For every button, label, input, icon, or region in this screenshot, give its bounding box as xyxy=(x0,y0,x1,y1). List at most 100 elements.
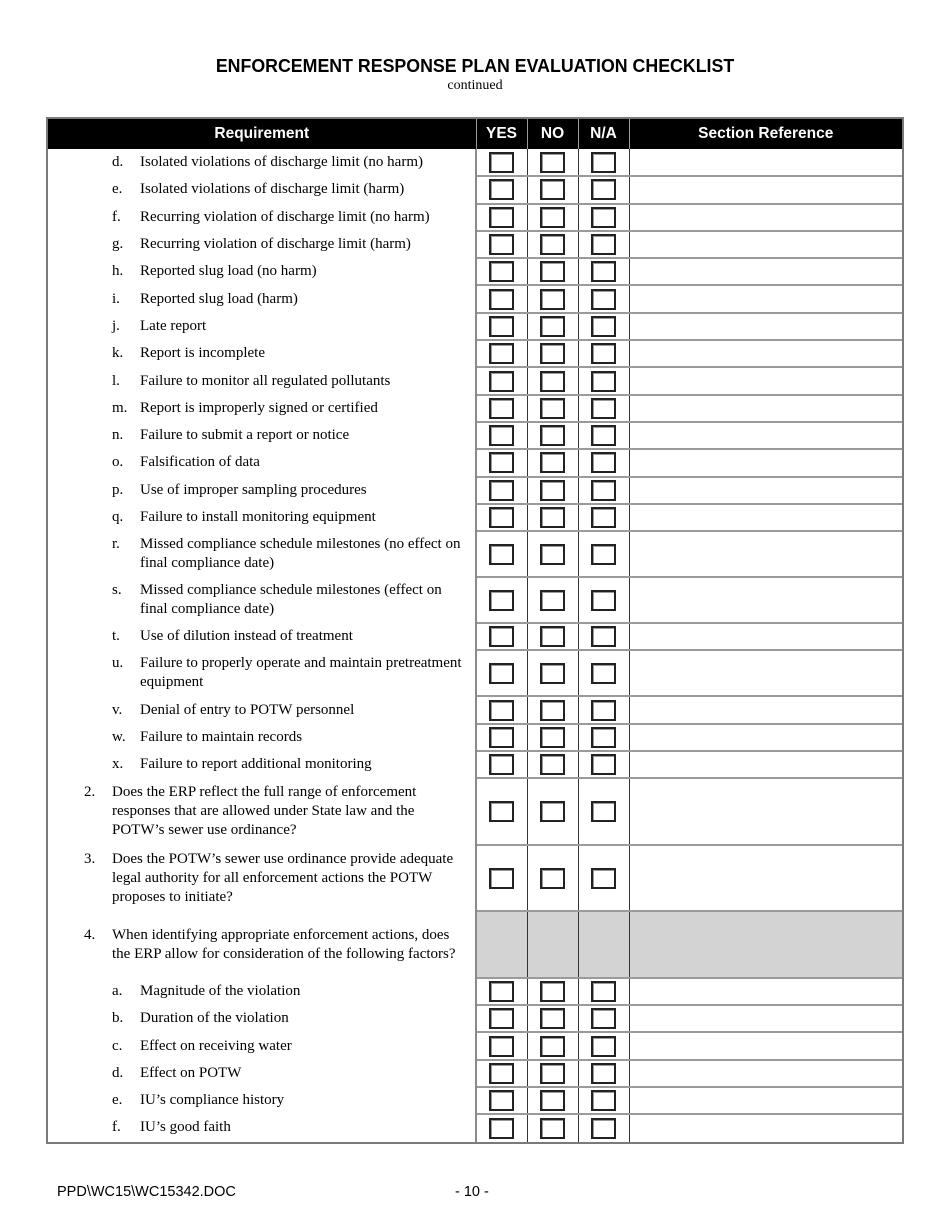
no-checkbox[interactable] xyxy=(540,1035,565,1057)
na-checkbox[interactable] xyxy=(591,370,616,392)
section-reference-field[interactable] xyxy=(629,530,902,578)
na-checkbox[interactable] xyxy=(591,980,616,1002)
section-reference-field[interactable] xyxy=(629,1113,902,1142)
yes-checkbox[interactable] xyxy=(489,1062,515,1084)
yes-checkbox[interactable] xyxy=(489,206,515,228)
no-checkbox[interactable] xyxy=(540,1117,565,1139)
yes-checkbox[interactable] xyxy=(489,397,515,419)
no-checkbox[interactable] xyxy=(540,425,565,447)
yes-checkbox[interactable] xyxy=(489,726,515,748)
no-checkbox[interactable] xyxy=(540,370,565,392)
na-checkbox[interactable] xyxy=(591,1090,616,1112)
yes-checkbox[interactable] xyxy=(489,1035,515,1057)
no-checkbox[interactable] xyxy=(540,397,565,419)
section-reference-field[interactable] xyxy=(629,777,902,845)
yes-checkbox[interactable] xyxy=(489,543,515,565)
no-checkbox[interactable] xyxy=(540,234,565,256)
na-checkbox[interactable] xyxy=(591,343,616,365)
na-checkbox[interactable] xyxy=(591,288,616,310)
section-reference-field[interactable] xyxy=(629,1031,902,1060)
no-checkbox[interactable] xyxy=(540,288,565,310)
na-checkbox[interactable] xyxy=(591,726,616,748)
section-reference-field[interactable] xyxy=(629,366,902,395)
yes-checkbox[interactable] xyxy=(489,754,515,776)
na-checkbox[interactable] xyxy=(591,1062,616,1084)
na-checkbox[interactable] xyxy=(591,479,616,501)
yes-checkbox[interactable] xyxy=(489,1117,515,1139)
yes-checkbox[interactable] xyxy=(489,261,515,283)
yes-checkbox[interactable] xyxy=(489,662,515,684)
yes-checkbox[interactable] xyxy=(489,626,515,648)
section-reference-field[interactable] xyxy=(629,393,902,422)
na-checkbox[interactable] xyxy=(591,543,616,565)
na-checkbox[interactable] xyxy=(591,234,616,256)
section-reference-field[interactable] xyxy=(629,649,902,697)
no-checkbox[interactable] xyxy=(540,589,565,611)
no-checkbox[interactable] xyxy=(540,626,565,648)
section-reference-field[interactable] xyxy=(629,149,902,176)
section-reference-field[interactable] xyxy=(629,722,902,752)
section-reference-field[interactable] xyxy=(629,339,902,368)
no-checkbox[interactable] xyxy=(540,507,565,528)
na-checkbox[interactable] xyxy=(591,179,616,201)
yes-checkbox[interactable] xyxy=(489,452,515,474)
na-checkbox[interactable] xyxy=(591,1035,616,1057)
yes-checkbox[interactable] xyxy=(489,1090,515,1112)
section-reference-field[interactable] xyxy=(629,257,902,286)
na-checkbox[interactable] xyxy=(591,699,616,721)
yes-checkbox[interactable] xyxy=(489,801,515,823)
no-checkbox[interactable] xyxy=(540,151,565,173)
section-reference-field[interactable] xyxy=(629,229,902,259)
na-checkbox[interactable] xyxy=(591,662,616,684)
section-reference-field[interactable] xyxy=(629,576,902,624)
na-checkbox[interactable] xyxy=(591,425,616,447)
section-reference-field[interactable] xyxy=(629,420,902,450)
no-checkbox[interactable] xyxy=(540,699,565,721)
yes-checkbox[interactable] xyxy=(489,980,515,1002)
no-checkbox[interactable] xyxy=(540,726,565,748)
no-checkbox[interactable] xyxy=(540,980,565,1002)
section-reference-field[interactable] xyxy=(629,502,902,532)
no-checkbox[interactable] xyxy=(540,801,565,823)
section-reference-field[interactable] xyxy=(629,1004,902,1033)
section-reference-field[interactable] xyxy=(629,622,902,651)
no-checkbox[interactable] xyxy=(540,754,565,776)
section-reference-field[interactable] xyxy=(629,1058,902,1088)
yes-checkbox[interactable] xyxy=(489,370,515,392)
yes-checkbox[interactable] xyxy=(489,1008,515,1030)
section-reference-field[interactable] xyxy=(629,175,902,204)
yes-checkbox[interactable] xyxy=(489,179,515,201)
section-reference-field[interactable] xyxy=(629,750,902,779)
no-checkbox[interactable] xyxy=(540,662,565,684)
na-checkbox[interactable] xyxy=(591,206,616,228)
no-checkbox[interactable] xyxy=(540,867,565,889)
yes-checkbox[interactable] xyxy=(489,343,515,365)
yes-checkbox[interactable] xyxy=(489,288,515,310)
no-checkbox[interactable] xyxy=(540,261,565,283)
yes-checkbox[interactable] xyxy=(489,315,515,337)
no-checkbox[interactable] xyxy=(540,1090,565,1112)
na-checkbox[interactable] xyxy=(591,626,616,648)
no-checkbox[interactable] xyxy=(540,543,565,565)
na-checkbox[interactable] xyxy=(591,1117,616,1139)
na-checkbox[interactable] xyxy=(591,589,616,611)
no-checkbox[interactable] xyxy=(540,206,565,228)
section-reference-field[interactable] xyxy=(629,311,902,341)
no-checkbox[interactable] xyxy=(540,343,565,365)
no-checkbox[interactable] xyxy=(540,315,565,337)
na-checkbox[interactable] xyxy=(591,315,616,337)
na-checkbox[interactable] xyxy=(591,452,616,474)
yes-checkbox[interactable] xyxy=(489,479,515,501)
yes-checkbox[interactable] xyxy=(489,699,515,721)
section-reference-field[interactable] xyxy=(629,202,902,231)
no-checkbox[interactable] xyxy=(540,479,565,501)
no-checkbox[interactable] xyxy=(540,452,565,474)
na-checkbox[interactable] xyxy=(591,261,616,283)
na-checkbox[interactable] xyxy=(591,151,616,173)
na-checkbox[interactable] xyxy=(591,754,616,776)
section-reference-field[interactable] xyxy=(629,843,902,912)
section-reference-field[interactable] xyxy=(629,284,902,313)
no-checkbox[interactable] xyxy=(540,1062,565,1084)
yes-checkbox[interactable] xyxy=(489,867,515,889)
na-checkbox[interactable] xyxy=(591,867,616,889)
